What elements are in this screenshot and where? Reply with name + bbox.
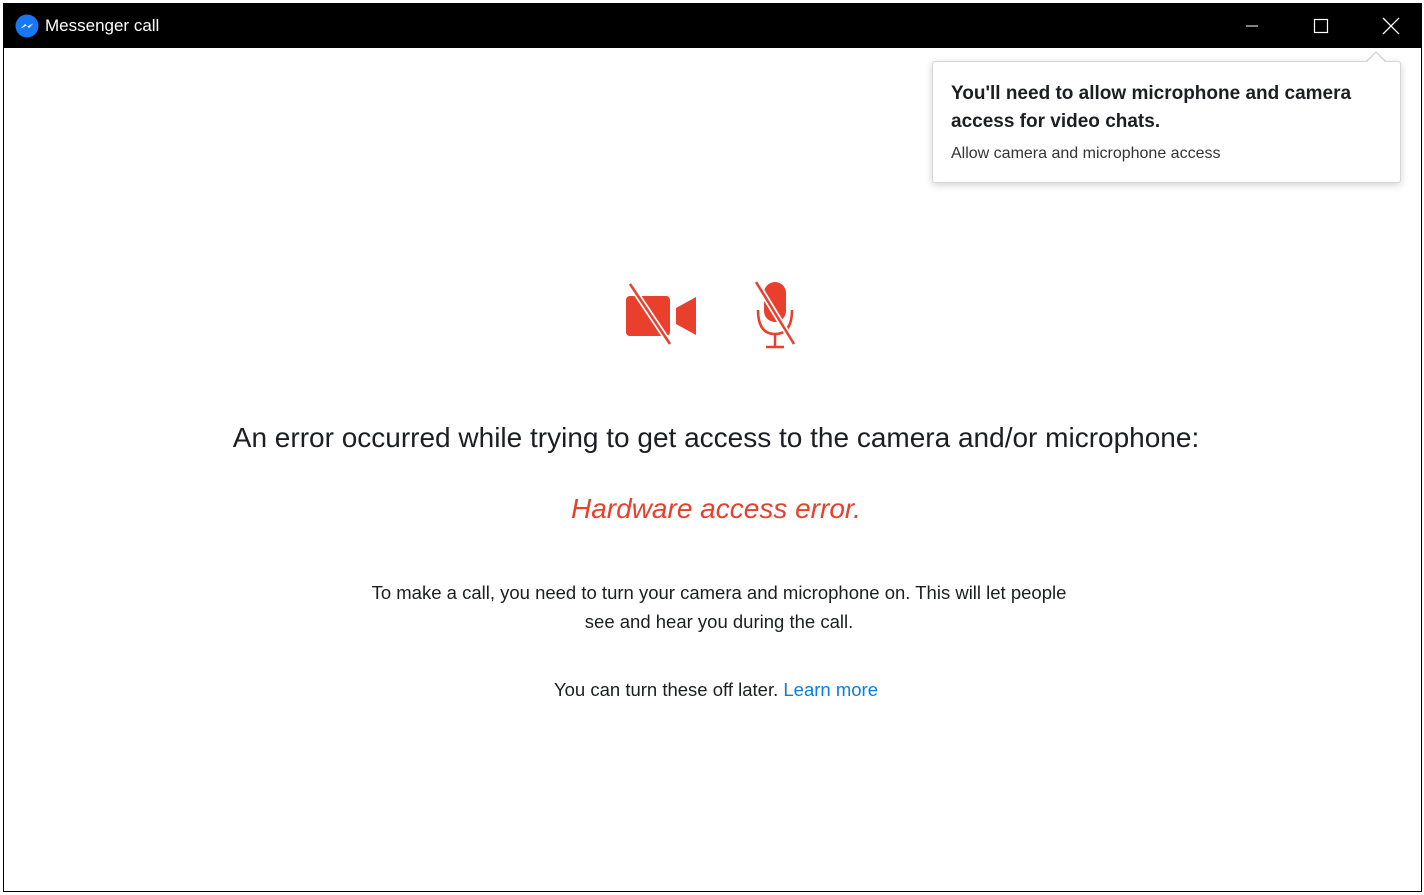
maximize-icon [1313, 18, 1329, 34]
close-button[interactable] [1368, 4, 1414, 48]
maximize-button[interactable] [1298, 4, 1344, 48]
minimize-icon [1246, 25, 1258, 27]
error-heading: An error occurred while trying to get ac… [232, 422, 1200, 453]
permission-popup: You'll need to allow microphone and came… [932, 61, 1401, 183]
later-text: You can turn these off later. [554, 679, 779, 700]
popup-title: You'll need to allow microphone and came… [951, 83, 1352, 132]
messenger-icon [15, 14, 39, 38]
title-bar[interactable]: Messenger call [4, 4, 1421, 48]
learn-more-link[interactable]: Learn more [783, 679, 878, 700]
error-message: Hardware access error. [571, 493, 861, 524]
minimize-button[interactable] [1229, 4, 1275, 48]
close-icon [1382, 17, 1400, 35]
explanation-text: To make a call, you need to turn your ca… [344, 578, 1094, 636]
later-note: You can turn these off later. Learn more [4, 676, 1421, 704]
explanation-line-2: see and hear you during the call. [584, 611, 854, 632]
device-status-icons [624, 278, 804, 350]
explanation-line-1: To make a call, you need to turn your ca… [371, 582, 1067, 603]
popup-arrow-fill [1366, 53, 1386, 63]
microphone-off-icon [753, 280, 797, 349]
popup-subtitle: Allow camera and microphone access [951, 145, 1221, 162]
window-title: Messenger call [45, 16, 160, 35]
camera-off-icon [626, 282, 696, 346]
